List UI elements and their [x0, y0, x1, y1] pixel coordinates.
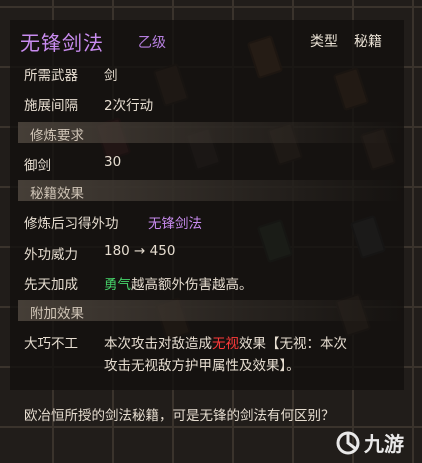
extra-text-highlight: 无视 — [212, 336, 239, 352]
attribute-value: 2次行动 — [104, 98, 154, 114]
innate-highlight: 勇气 — [104, 277, 131, 293]
power-value: 180 → 450 — [104, 243, 176, 259]
type-value: 秘籍 — [354, 34, 382, 50]
section-header-extra: 附加效果 — [18, 300, 404, 322]
extra-effect-line2: 攻击无视敌方护甲属性及效果】。 — [104, 358, 300, 374]
section-title: 秘籍效果 — [30, 186, 84, 202]
requirement-label: 御剑 — [24, 158, 51, 174]
learned-skill-name: 无锋剑法 — [148, 216, 202, 232]
extra-effect-label: 大巧不工 — [24, 336, 78, 352]
item-description: 欧冶恒所授的剑法秘籍，可是无锋的剑法有何区别？ — [24, 408, 335, 424]
jiuyou-logo-icon — [336, 431, 360, 454]
attribute-label: 施展间隔 — [24, 98, 78, 114]
effect-label: 修炼后习得外功 — [24, 216, 119, 232]
extra-text-part: 效果【无视：本次 — [239, 336, 347, 352]
skill-grade: 乙级 — [138, 35, 166, 51]
effect-label: 先天加成 — [24, 277, 78, 293]
attribute-value: 剑 — [104, 68, 118, 84]
watermark-logo: 九游 — [336, 428, 404, 457]
watermark-text: 九游 — [364, 432, 404, 456]
attribute-label: 所需武器 — [24, 68, 78, 84]
section-title: 修炼要求 — [30, 128, 84, 144]
innate-text: 越高额外伤害越高。 — [131, 277, 253, 293]
section-header-effects: 秘籍效果 — [18, 180, 404, 202]
type-label: 类型 — [310, 34, 338, 50]
requirement-value: 30 — [104, 154, 122, 170]
section-title: 附加效果 — [30, 306, 84, 322]
effect-label: 外功威力 — [24, 247, 78, 263]
skill-name: 无锋剑法 — [20, 31, 104, 55]
extra-text-part: 本次攻击对敌造成 — [104, 336, 212, 352]
section-header-requirements: 修炼要求 — [18, 122, 404, 144]
